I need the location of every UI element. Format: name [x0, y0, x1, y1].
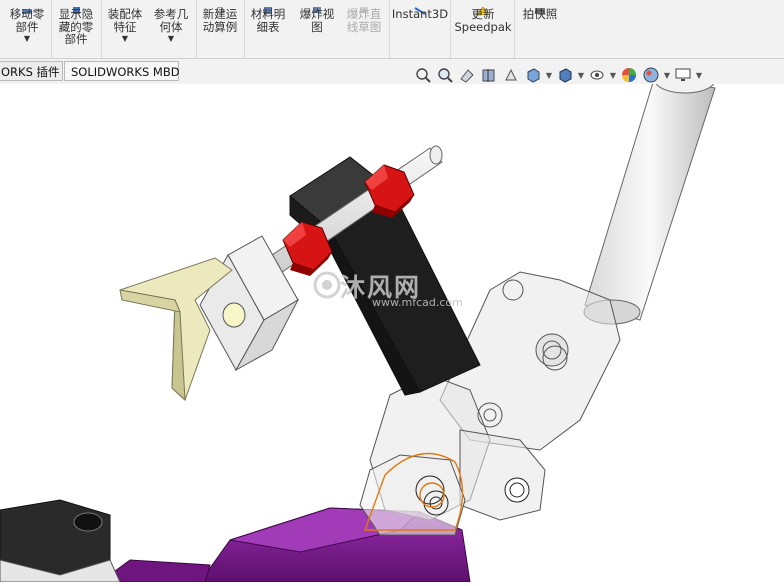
bottom-left-clamp-body	[0, 499, 121, 583]
heads-up-view-toolbar: ▼ ▼ ▼ ▼ ▼	[412, 64, 704, 86]
ribbon-separator	[196, 0, 197, 58]
reference-geometry-button[interactable]: 参考几 何体 ▼	[150, 0, 192, 56]
tab-solidworks-mbd[interactable]: SOLIDWORKS MBD	[64, 61, 180, 81]
chevron-down-icon[interactable]: ▼	[168, 35, 174, 43]
explode-line-sketch-label: 爆炸直 线草图	[346, 7, 382, 34]
instant3d-button[interactable]: Instant3D	[392, 0, 448, 56]
chevron-down-icon[interactable]: ▼	[24, 35, 30, 43]
tab-solidworks-addins[interactable]: ORKS 插件	[0, 61, 63, 81]
ribbon-separator	[514, 0, 515, 58]
dynamic-annotation-icon[interactable]	[500, 65, 522, 85]
reference-geometry-label: 参考几 何体	[153, 7, 189, 34]
chevron-down-icon[interactable]: ▼	[544, 71, 554, 80]
new-motion-study-button[interactable]: 新建运 动算例	[199, 0, 241, 56]
watermark-url: www.mfcad.com	[372, 296, 463, 309]
take-snapshot-label: 拍快照	[522, 7, 558, 21]
ribbon-separator	[51, 0, 52, 58]
bill-of-materials-label: 材料明 细表	[250, 7, 286, 34]
view-settings-icon[interactable]	[672, 65, 694, 85]
move-component-label: 移动零 部件	[9, 7, 45, 34]
show-hidden-label: 显示隐 藏的零 部件	[58, 7, 94, 46]
previous-view-icon[interactable]	[456, 65, 478, 85]
explode-line-sketch-button[interactable]: 爆炸直 线草图	[342, 0, 386, 56]
zoom-to-area-icon[interactable]	[434, 65, 456, 85]
show-hidden-components-button[interactable]: 显示隐 藏的零 部件	[54, 0, 98, 56]
bill-of-materials-button[interactable]: 材料明 细表	[247, 0, 289, 56]
handle-cylinder	[583, 66, 716, 325]
chevron-down-icon[interactable]: ▼	[122, 35, 128, 43]
section-view-icon[interactable]	[478, 65, 500, 85]
exploded-view-button[interactable]: 爆炸视 图	[296, 0, 338, 56]
move-component-button[interactable]: 移动零 部件 ▼	[6, 0, 48, 56]
chevron-down-icon[interactable]: ▼	[694, 71, 704, 80]
new-motion-study-label: 新建运 动算例	[202, 7, 238, 34]
assembly-features-label: 装配体 特征	[107, 7, 143, 34]
chevron-down-icon[interactable]: ▼	[608, 71, 618, 80]
watermark-logo-icon	[313, 271, 341, 299]
graphics-area[interactable]: 沐风网 www.mfcad.com	[0, 66, 784, 583]
ribbon-separator	[389, 0, 390, 58]
ribbon-separator	[450, 0, 451, 58]
instant3d-label: Instant3D	[391, 7, 449, 21]
update-speedpak-label: 更新 Speedpak	[454, 7, 512, 34]
update-speedpak-button[interactable]: 更新 Speedpak	[454, 0, 512, 56]
assembly-model[interactable]	[0, 66, 784, 583]
display-style-icon[interactable]	[554, 65, 576, 85]
zoom-to-fit-icon[interactable]	[412, 65, 434, 85]
view-orientation-icon[interactable]	[522, 65, 544, 85]
ribbon-separator	[244, 0, 245, 58]
apply-scene-icon[interactable]	[640, 65, 662, 85]
ribbon-separator	[101, 0, 102, 58]
chevron-down-icon[interactable]: ▼	[662, 71, 672, 80]
edit-appearance-icon[interactable]	[618, 65, 640, 85]
command-manager-ribbon: 移动零 部件 ▼ 显示隐 藏的零 部件 装配体 特征 ▼ 参考几 何体 ▼ 新建…	[0, 0, 784, 58]
hide-show-items-icon[interactable]	[586, 65, 608, 85]
take-snapshot-button[interactable]: 拍快照	[518, 0, 562, 56]
assembly-features-button[interactable]: 装配体 特征 ▼	[104, 0, 146, 56]
exploded-view-label: 爆炸视 图	[299, 7, 335, 34]
chevron-down-icon[interactable]: ▼	[576, 71, 586, 80]
